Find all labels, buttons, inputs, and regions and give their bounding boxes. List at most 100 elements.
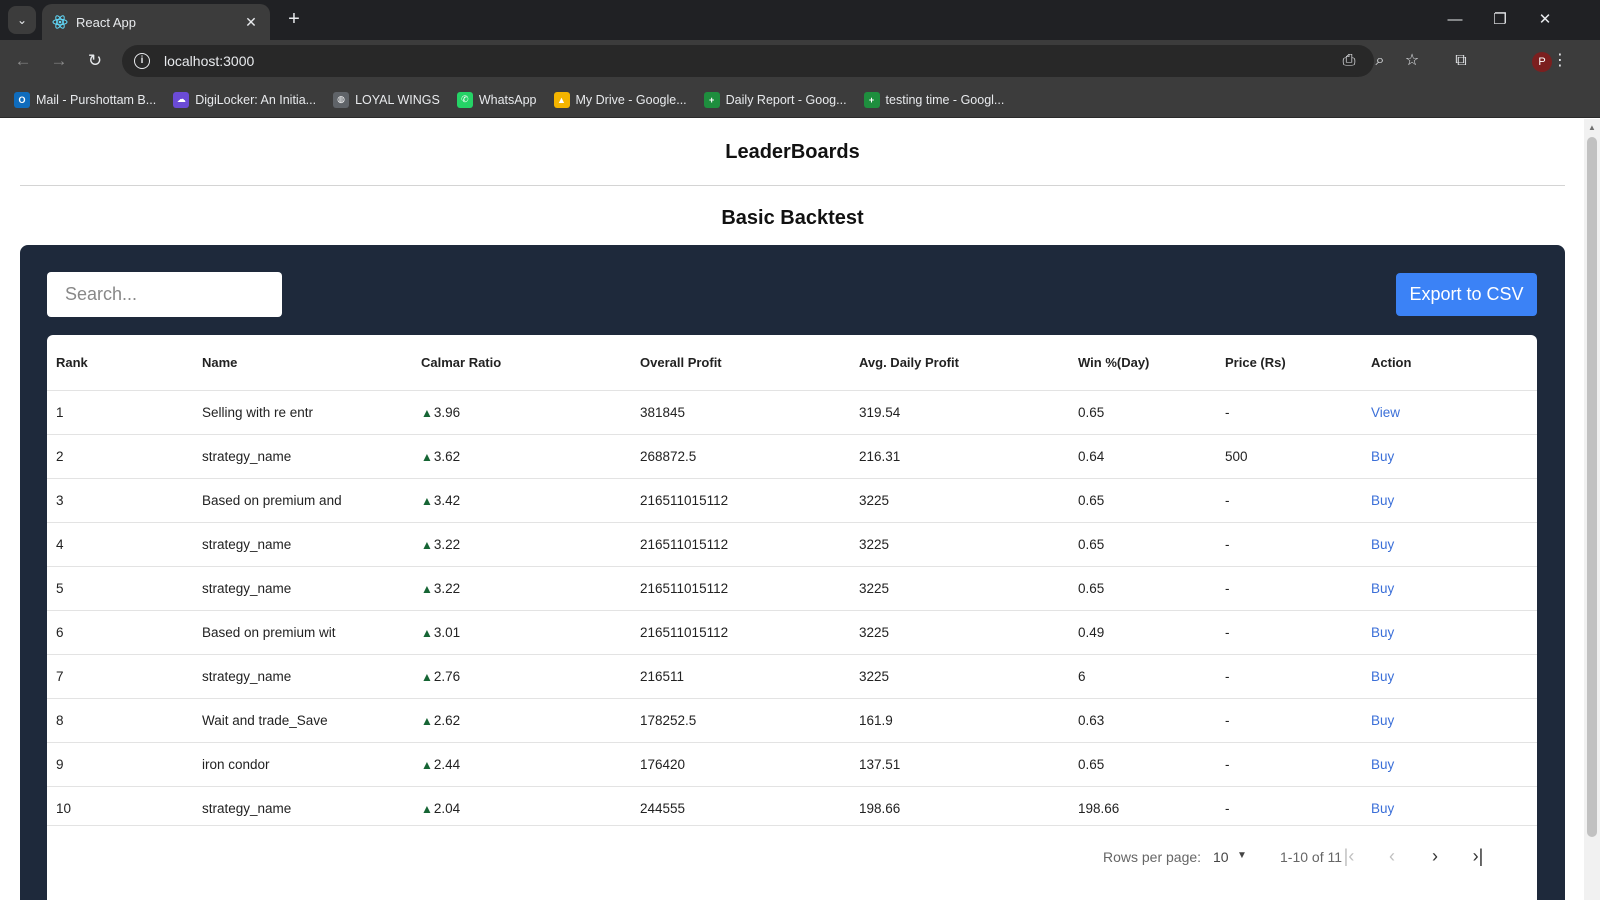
- back-icon[interactable]: ←: [12, 50, 34, 72]
- action-cell: Buy: [1362, 610, 1537, 655]
- price-cell: -: [1216, 478, 1362, 523]
- column-header-avg-daily-profit[interactable]: Avg. Daily Profit: [850, 335, 1069, 391]
- column-header-name[interactable]: Name: [193, 335, 412, 391]
- table-row: 2 strategy_name ▲3.62 268872.5 216.31 0.64 500…: [47, 434, 1537, 479]
- action-link[interactable]: Buy: [1371, 625, 1394, 640]
- win-pct-cell: 198.66: [1069, 786, 1216, 831]
- rank-cell: 1: [47, 390, 193, 435]
- bookmark-star-icon[interactable]: ☆: [1400, 50, 1424, 72]
- rank-cell: 6: [56, 624, 64, 640]
- column-header-win-pct[interactable]: Win %(Day): [1069, 335, 1216, 391]
- avg-daily-profit-cell: 319.54: [850, 390, 1069, 435]
- bookmark-item[interactable]: ✆ WhatsApp: [456, 91, 537, 108]
- calmar-ratio-cell: 3.42: [433, 492, 461, 508]
- forward-icon[interactable]: →: [48, 50, 70, 72]
- table-header-row: Rank Name Calmar Ratio Overall Profit Av…: [47, 335, 1537, 391]
- reload-icon[interactable]: ↻: [84, 50, 106, 72]
- address-bar[interactable]: i localhost:3000: [122, 45, 1374, 77]
- table-row: 6 Based on premium wit ▲3.01 216511015112 32…: [47, 610, 1537, 655]
- column-header-price[interactable]: Price (Rs): [1216, 335, 1362, 391]
- action-link[interactable]: Buy: [1371, 493, 1394, 508]
- action-link[interactable]: Buy: [1371, 713, 1394, 728]
- column-header-overall-profit[interactable]: Overall Profit: [631, 335, 850, 391]
- previous-page-icon[interactable]: ‹: [1378, 842, 1406, 870]
- name-cell: strategy_name: [193, 522, 412, 567]
- action-link[interactable]: Buy: [1371, 757, 1394, 772]
- overall-profit-cell: 216511: [640, 668, 685, 684]
- avg-daily-profit-cell: 3225: [850, 522, 1069, 567]
- trend-up-icon: ▲: [421, 669, 433, 684]
- action-link[interactable]: Buy: [1371, 581, 1394, 596]
- rank-cell: 8: [56, 712, 64, 728]
- overall-profit-cell: 216511015112: [640, 624, 729, 640]
- scroll-up-arrow-icon[interactable]: ▲: [1588, 123, 1596, 132]
- price-cell: -: [1216, 742, 1362, 787]
- win-pct-cell: 0.63: [1078, 712, 1105, 728]
- react-icon: [52, 14, 68, 30]
- pagination-range: 1-10 of 11: [1280, 849, 1343, 865]
- bookmark-item[interactable]: + Daily Report - Goog...: [703, 91, 847, 108]
- rank-cell: 4: [56, 536, 64, 552]
- action-link[interactable]: Buy: [1371, 669, 1394, 684]
- name-cell: Wait and trade_Save: [193, 698, 412, 743]
- trend-up-icon: ▲: [421, 625, 433, 640]
- page-scrollbar[interactable]: ▲: [1584, 119, 1600, 900]
- column-header-calmar-ratio[interactable]: Calmar Ratio: [412, 335, 631, 391]
- action-link[interactable]: View: [1371, 405, 1400, 420]
- bookmark-label: Mail - Purshottam B...: [36, 92, 157, 107]
- column-header-rank[interactable]: Rank: [47, 335, 193, 391]
- profile-avatar[interactable]: P: [1532, 52, 1552, 72]
- avg-daily-profit-cell: 216.31: [850, 434, 1069, 479]
- divider: [20, 185, 1565, 186]
- first-page-icon[interactable]: |‹: [1335, 842, 1363, 870]
- win-pct-cell: 0.64: [1078, 448, 1105, 464]
- win-pct-cell: 0.65: [1078, 536, 1105, 552]
- win-pct-cell: 0.65: [1069, 742, 1216, 787]
- bookmark-item[interactable]: ▲ My Drive - Google...: [553, 91, 687, 108]
- action-link[interactable]: Buy: [1371, 449, 1394, 464]
- calmar-ratio-cell: ▲2.04: [412, 786, 631, 831]
- extensions-icon[interactable]: ⧉: [1449, 50, 1473, 72]
- new-tab-button[interactable]: +: [282, 8, 306, 32]
- win-pct-cell: 0.65: [1078, 404, 1105, 420]
- last-page-icon[interactable]: ›|: [1464, 842, 1492, 870]
- name-cell: strategy_name: [193, 786, 412, 831]
- bookmark-item[interactable]: O Mail - Purshottam B...: [14, 91, 157, 108]
- tab-search-chevron-icon[interactable]: ⌄: [8, 6, 36, 34]
- action-link[interactable]: Buy: [1371, 537, 1394, 552]
- action-cell: View: [1362, 390, 1537, 435]
- tab-close-icon[interactable]: ✕: [242, 14, 260, 31]
- restore-icon[interactable]: ❐: [1488, 8, 1512, 32]
- overall-profit-cell: 176420: [640, 756, 686, 772]
- install-app-icon[interactable]: ⎙: [1337, 50, 1361, 72]
- calmar-ratio-cell: 2.04: [433, 800, 461, 816]
- action-link[interactable]: Buy: [1371, 801, 1394, 816]
- trend-up-icon: ▲: [421, 801, 433, 816]
- bookmark-label: testing time - Googl...: [885, 92, 1005, 107]
- scrollbar-thumb[interactable]: [1587, 137, 1597, 837]
- caret-down-icon[interactable]: ▼: [1237, 850, 1247, 861]
- minimize-icon[interactable]: —: [1443, 8, 1467, 32]
- avg-daily-profit-cell: 3225: [859, 624, 890, 640]
- bookmark-item[interactable]: + testing time - Googl...: [863, 91, 1005, 108]
- price-cell: -: [1216, 566, 1362, 611]
- site-info-icon[interactable]: i: [134, 53, 150, 69]
- trend-up-icon: ▲: [421, 713, 433, 728]
- overall-profit-cell: 216511015112: [640, 492, 729, 508]
- overall-profit-cell: 268872.5: [631, 434, 850, 479]
- rows-per-page-select[interactable]: 10: [1213, 849, 1229, 865]
- price-cell: -: [1216, 610, 1362, 655]
- next-page-icon[interactable]: ›: [1421, 842, 1449, 870]
- search-input[interactable]: [47, 272, 282, 317]
- name-cell: Based on premium wit: [202, 624, 336, 640]
- bookmark-item[interactable]: ☁ DigiLocker: An Initia...: [173, 91, 316, 108]
- close-window-icon[interactable]: ✕: [1533, 8, 1557, 32]
- bookmark-label: LOYAL WINGS: [355, 92, 440, 107]
- section-title: Basic Backtest: [721, 207, 864, 229]
- trend-up-icon: ▲: [421, 757, 433, 772]
- zoom-icon[interactable]: ⌕: [1368, 50, 1392, 72]
- browser-tab[interactable]: React App ✕: [42, 4, 270, 40]
- bookmark-item[interactable]: ◍ LOYAL WINGS: [333, 91, 440, 108]
- calmar-ratio-cell: ▲3.62: [412, 434, 631, 479]
- export-csv-button[interactable]: Export to CSV: [1396, 273, 1537, 316]
